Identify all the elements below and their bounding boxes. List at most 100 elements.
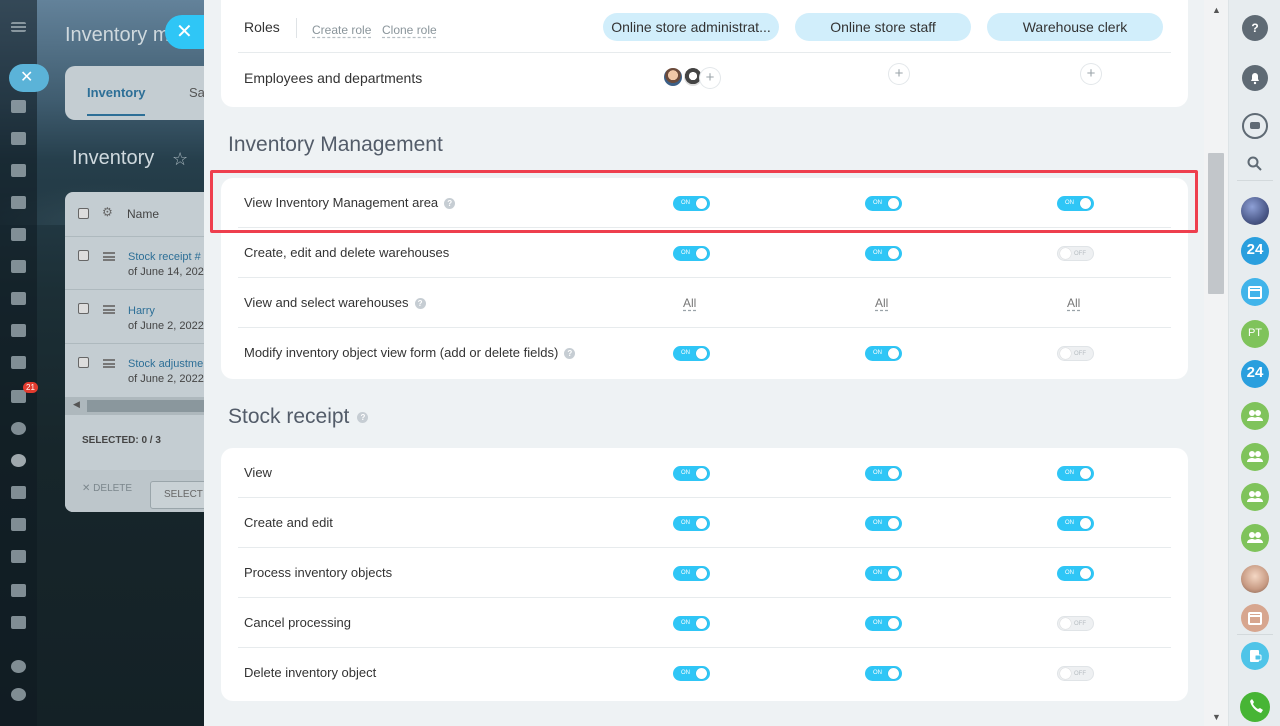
user-initials-avatar[interactable]: PT <box>1241 320 1269 348</box>
permission-toggle-on[interactable]: ON <box>865 666 902 681</box>
bell-icon[interactable] <box>1242 65 1268 91</box>
permission-toggle-on[interactable]: ON <box>865 566 902 581</box>
toggle-state-text: ON <box>873 620 882 626</box>
permission-label: Cancel processing <box>244 598 351 648</box>
permission-toggle-off[interactable]: OFF <box>1057 346 1094 361</box>
box-icon[interactable] <box>11 518 26 531</box>
tasks-icon[interactable] <box>11 356 26 369</box>
filter-icon[interactable] <box>11 390 26 403</box>
permission-scope-select[interactable]: All <box>875 278 888 328</box>
group-chat-icon[interactable] <box>1241 524 1269 552</box>
permission-toggle-on[interactable]: ON <box>673 516 710 531</box>
open-lines-icon[interactable] <box>1241 642 1269 670</box>
permission-label: Create and edit <box>244 498 333 548</box>
phone-call-icon[interactable] <box>1240 692 1270 722</box>
calendar-chat-icon[interactable] <box>1241 278 1269 306</box>
permission-toggle-on[interactable]: ON <box>673 466 710 481</box>
menu-icon[interactable] <box>11 22 26 32</box>
star-icon: ☆ <box>172 149 189 169</box>
user-avatar[interactable] <box>1241 197 1269 225</box>
permission-toggle-on[interactable]: ON <box>673 196 710 211</box>
permission-toggle-on[interactable]: ON <box>865 246 902 261</box>
add-employee-button[interactable]: + <box>700 68 720 88</box>
gear-icon[interactable] <box>11 688 26 701</box>
permission-row: Process inventory objects ON ON ON <box>238 548 1171 598</box>
permission-toggle-off[interactable]: OFF <box>1057 246 1094 261</box>
create-role-link[interactable]: Create role <box>312 23 371 37</box>
panel-vertical-scrollbar[interactable]: ▲ ▼ <box>1204 0 1228 726</box>
bitrix24-chat-icon[interactable]: 24 <box>1241 360 1269 388</box>
permission-toggle-on[interactable]: ON <box>673 346 710 361</box>
drive-icon[interactable] <box>11 260 26 273</box>
role-pill-online-store-administrator[interactable]: Online store administrat... <box>603 13 779 41</box>
permission-scope-select[interactable]: All <box>683 278 696 328</box>
group-chat-icon[interactable] <box>1241 443 1269 471</box>
scroll-down-arrow-icon[interactable]: ▼ <box>1212 712 1221 722</box>
inventory-management-card: View Inventory Management area? ON ON ON Cre… <box>221 178 1188 379</box>
permission-toggle-on[interactable]: ON <box>865 466 902 481</box>
permission-scope-select[interactable]: All <box>1067 278 1080 328</box>
employee-avatar[interactable] <box>662 66 684 88</box>
help-icon[interactable]: ? <box>564 348 576 360</box>
scroll-thumb[interactable] <box>1208 153 1224 294</box>
permission-toggle-on[interactable]: ON <box>673 566 710 581</box>
documents-icon[interactable] <box>11 196 26 209</box>
group-chat-icon[interactable] <box>1241 483 1269 511</box>
close-slider-button[interactable]: ✕ <box>165 15 205 49</box>
toggle-state-text: OFF <box>1074 621 1086 627</box>
target-icon[interactable] <box>11 422 26 435</box>
search-icon[interactable] <box>1247 156 1262 171</box>
toggle-knob <box>1060 618 1071 629</box>
permission-toggle-on[interactable]: ON <box>865 516 902 531</box>
feed-icon[interactable] <box>11 100 26 113</box>
chat-support-icon[interactable] <box>1242 113 1268 139</box>
user-avatar[interactable] <box>1241 565 1269 593</box>
permission-toggle-on[interactable]: ON <box>673 246 710 261</box>
settings-sliders-icon[interactable] <box>11 584 26 597</box>
toggle-state-text: ON <box>873 350 882 356</box>
background-close-pill: ✕ <box>9 64 49 92</box>
permission-toggle-on[interactable]: ON <box>1057 196 1094 211</box>
group-chat-icon[interactable] <box>1241 402 1269 430</box>
permission-label: View and select warehouses? <box>244 278 426 328</box>
permission-toggle-on[interactable]: ON <box>673 666 710 681</box>
toggle-knob <box>696 348 707 359</box>
permission-toggle-off[interactable]: OFF <box>1057 616 1094 631</box>
bitrix24-chat-icon[interactable]: 24 <box>1241 237 1269 265</box>
robot-icon[interactable] <box>11 228 26 241</box>
help-icon[interactable]: ? <box>1242 15 1268 41</box>
contact-card-icon[interactable] <box>11 486 26 499</box>
permission-toggle-on[interactable]: ON <box>673 616 710 631</box>
add-employee-button[interactable]: + <box>889 64 909 84</box>
permission-label: View <box>244 448 272 498</box>
permission-toggle-on[interactable]: ON <box>1057 566 1094 581</box>
permission-toggle-on[interactable]: ON <box>1057 466 1094 481</box>
permission-toggle-on[interactable]: ON <box>865 616 902 631</box>
automation-icon[interactable] <box>11 550 26 563</box>
role-pill-warehouse-clerk[interactable]: Warehouse clerk <box>987 13 1163 41</box>
mail-icon[interactable] <box>11 324 26 337</box>
users-icon[interactable] <box>11 292 26 305</box>
permission-toggle-on[interactable]: ON <box>865 196 902 211</box>
calendar-chat-icon[interactable] <box>1241 604 1269 632</box>
permission-toggle-off[interactable]: OFF <box>1057 666 1094 681</box>
help-icon[interactable]: ? <box>444 198 456 210</box>
help-icon[interactable]: ? <box>357 411 369 423</box>
clone-role-link[interactable]: Clone role <box>382 23 437 37</box>
select-action-button: SELECT A <box>150 481 204 509</box>
scroll-up-arrow-icon[interactable]: ▲ <box>1212 5 1221 15</box>
chat-icon[interactable] <box>11 132 26 145</box>
add-employee-button[interactable]: + <box>1081 64 1101 84</box>
cart-icon[interactable] <box>11 454 26 467</box>
toggle-knob <box>1080 568 1091 579</box>
bank-icon[interactable] <box>11 616 26 629</box>
role-pill-online-store-staff[interactable]: Online store staff <box>795 13 971 41</box>
notification-badge: 21 <box>23 382 38 393</box>
sitemap-icon[interactable] <box>11 660 26 673</box>
help-icon[interactable]: ? <box>414 298 426 310</box>
toggle-knob <box>1060 248 1071 259</box>
calendar-icon[interactable] <box>11 164 26 177</box>
permission-toggle-on[interactable]: ON <box>1057 516 1094 531</box>
permission-toggle-on[interactable]: ON <box>865 346 902 361</box>
toggle-state-text: ON <box>873 570 882 576</box>
